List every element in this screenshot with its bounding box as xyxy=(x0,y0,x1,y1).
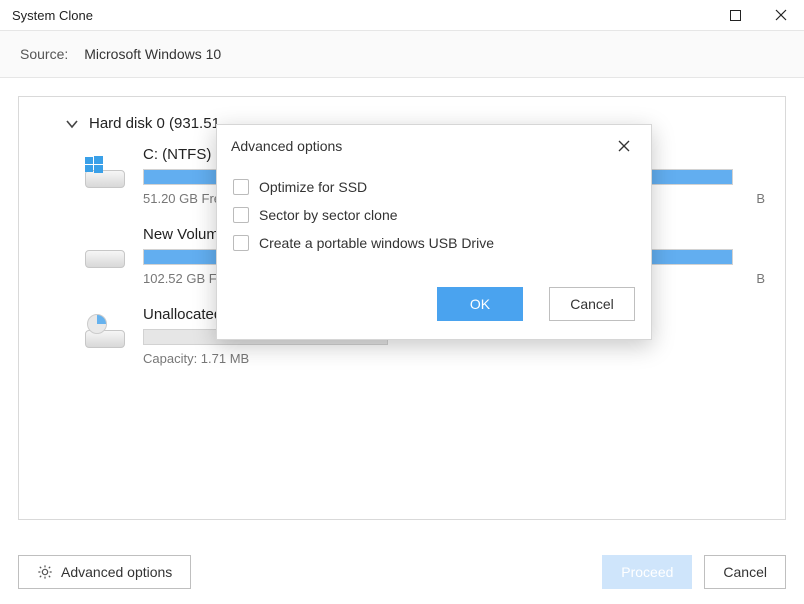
close-button[interactable] xyxy=(758,0,804,30)
partition-right: B xyxy=(756,191,765,206)
option-sector-by-sector[interactable]: Sector by sector clone xyxy=(233,201,635,229)
dialog-cancel-button[interactable]: Cancel xyxy=(549,287,635,321)
drive-icon xyxy=(85,238,125,268)
source-label: Source: xyxy=(20,46,68,62)
dialog-title: Advanced options xyxy=(231,138,342,154)
maximize-button[interactable] xyxy=(712,0,758,30)
option-portable-usb[interactable]: Create a portable windows USB Drive xyxy=(233,229,635,257)
chevron-down-icon xyxy=(65,117,79,131)
partition-capacity: Capacity: 1.71 MB xyxy=(143,351,249,366)
footer-bar: Advanced options Proceed Cancel xyxy=(0,538,804,604)
title-bar: System Clone xyxy=(0,0,804,30)
dialog-ok-button[interactable]: OK xyxy=(437,287,523,321)
option-label: Optimize for SSD xyxy=(259,179,367,195)
source-bar: Source: Microsoft Windows 10 xyxy=(0,30,804,78)
checkbox[interactable] xyxy=(233,179,249,195)
drive-icon xyxy=(85,158,125,188)
option-label: Create a portable windows USB Drive xyxy=(259,235,494,251)
dialog-close-button[interactable] xyxy=(611,133,637,159)
advanced-options-dialog: Advanced options Optimize for SSD Sector… xyxy=(216,124,652,340)
checkbox[interactable] xyxy=(233,207,249,223)
gear-icon xyxy=(37,564,53,580)
pie-icon xyxy=(87,314,107,334)
option-label: Sector by sector clone xyxy=(259,207,398,223)
cancel-button[interactable]: Cancel xyxy=(704,555,786,589)
partition-right: B xyxy=(756,271,765,286)
windows-icon xyxy=(85,156,103,174)
drive-icon xyxy=(85,318,125,348)
window-title: System Clone xyxy=(12,8,93,23)
checkbox[interactable] xyxy=(233,235,249,251)
source-value: Microsoft Windows 10 xyxy=(84,46,221,62)
proceed-button: Proceed xyxy=(602,555,692,589)
advanced-options-label: Advanced options xyxy=(61,564,172,580)
disk-header-label: Hard disk 0 (931.51 xyxy=(89,115,220,132)
option-optimize-ssd[interactable]: Optimize for SSD xyxy=(233,173,635,201)
advanced-options-button[interactable]: Advanced options xyxy=(18,555,191,589)
